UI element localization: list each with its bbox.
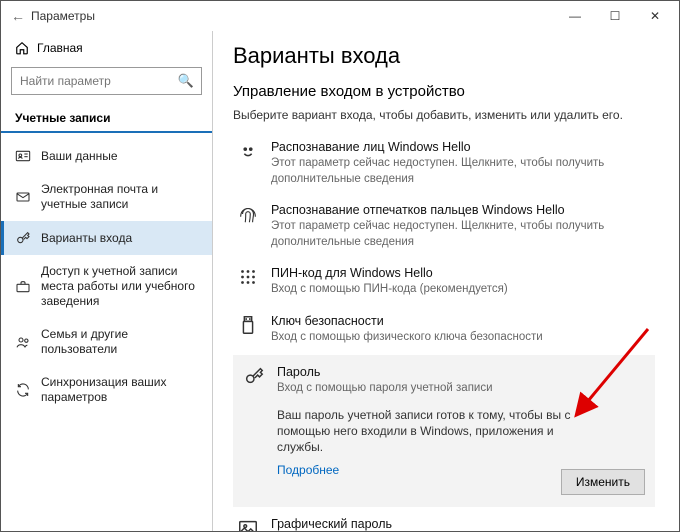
back-arrow-icon[interactable]: ← bbox=[11, 8, 31, 24]
mail-icon bbox=[15, 189, 31, 205]
learn-more-link[interactable]: Подробнее bbox=[277, 463, 339, 477]
fingerprint-icon bbox=[237, 203, 259, 225]
nav-label: Ваши данные bbox=[41, 149, 118, 164]
briefcase-icon bbox=[15, 279, 31, 295]
option-password-expanded: Пароль Вход с помощью пароля учетной зап… bbox=[233, 355, 655, 507]
option-fingerprint[interactable]: Распознавание отпечатков пальцев Windows… bbox=[233, 195, 655, 258]
option-title: ПИН-код для Windows Hello bbox=[271, 266, 508, 280]
person-card-icon bbox=[15, 148, 31, 164]
option-title: Распознавание лиц Windows Hello bbox=[271, 140, 631, 154]
close-button[interactable]: ✕ bbox=[635, 2, 675, 30]
nav-label: Варианты входа bbox=[41, 231, 132, 246]
option-desc: Вход с помощью ПИН-кода (рекомендуется) bbox=[271, 282, 508, 298]
sidebar: Главная 🔍 Учетные записи Ваши данные Эле… bbox=[1, 31, 213, 531]
home-icon bbox=[15, 41, 29, 55]
settings-window: ← Параметры — ☐ ✕ Главная 🔍 Учетные запи… bbox=[0, 0, 680, 532]
nav-label: Доступ к учетной записи места работы или… bbox=[41, 264, 200, 309]
home-label: Главная bbox=[37, 41, 83, 55]
sync-icon bbox=[15, 382, 31, 398]
usb-key-icon bbox=[237, 314, 259, 336]
option-desc: Этот параметр сейчас недоступен. Щелкнит… bbox=[271, 156, 631, 187]
category-title: Учетные записи bbox=[1, 105, 212, 133]
key-icon bbox=[15, 230, 31, 246]
option-title: Пароль bbox=[277, 365, 493, 379]
page-heading: Варианты входа bbox=[233, 43, 655, 69]
option-face[interactable]: Распознавание лиц Windows Hello Этот пар… bbox=[233, 132, 655, 195]
sidebar-item-sync[interactable]: Синхронизация ваших параметров bbox=[1, 366, 212, 414]
window-controls: — ☐ ✕ bbox=[555, 2, 675, 30]
pin-keypad-icon bbox=[237, 266, 259, 288]
sidebar-item-your-info[interactable]: Ваши данные bbox=[1, 139, 212, 173]
password-key-icon bbox=[243, 365, 265, 387]
sidebar-item-work-access[interactable]: Доступ к учетной записи места работы или… bbox=[1, 255, 212, 318]
option-picture-password[interactable]: Графический пароль Проведите пальцем и к… bbox=[233, 509, 655, 531]
option-security-key[interactable]: Ключ безопасности Вход с помощью физичес… bbox=[233, 306, 655, 354]
change-button[interactable]: Изменить bbox=[561, 469, 645, 495]
option-title: Графический пароль bbox=[271, 517, 631, 531]
face-icon bbox=[237, 140, 259, 162]
sidebar-item-signin-options[interactable]: Варианты входа bbox=[1, 221, 212, 255]
section-hint: Выберите вариант входа, чтобы добавить, … bbox=[233, 108, 655, 122]
option-desc: Вход с помощью пароля учетной записи bbox=[277, 381, 493, 397]
minimize-button[interactable]: — bbox=[555, 2, 595, 30]
nav-label: Семья и другие пользователи bbox=[41, 327, 200, 357]
section-subheading: Управление входом в устройство bbox=[233, 83, 655, 100]
option-desc: Вход с помощью физического ключа безопас… bbox=[271, 330, 543, 346]
nav-label: Электронная почта и учетные записи bbox=[41, 182, 200, 212]
window-title: Параметры bbox=[31, 9, 95, 23]
sidebar-item-family[interactable]: Семья и другие пользователи bbox=[1, 318, 212, 366]
titlebar: ← Параметры — ☐ ✕ bbox=[1, 1, 679, 31]
search-input[interactable] bbox=[11, 67, 202, 95]
people-icon bbox=[15, 334, 31, 350]
password-status-msg: Ваш пароль учетной записи готов к тому, … bbox=[277, 407, 597, 456]
option-title: Ключ безопасности bbox=[271, 314, 543, 328]
nav-label: Синхронизация ваших параметров bbox=[41, 375, 200, 405]
sidebar-item-email[interactable]: Электронная почта и учетные записи bbox=[1, 173, 212, 221]
maximize-button[interactable]: ☐ bbox=[595, 2, 635, 30]
picture-icon bbox=[237, 517, 259, 531]
option-desc: Этот параметр сейчас недоступен. Щелкнит… bbox=[271, 219, 631, 250]
option-pin[interactable]: ПИН-код для Windows Hello Вход с помощью… bbox=[233, 258, 655, 306]
search-box[interactable]: 🔍 bbox=[11, 67, 202, 95]
option-title: Распознавание отпечатков пальцев Windows… bbox=[271, 203, 631, 217]
home-link[interactable]: Главная bbox=[1, 37, 212, 63]
search-icon: 🔍 bbox=[178, 73, 194, 89]
main-content: Варианты входа Управление входом в устро… bbox=[213, 31, 679, 531]
